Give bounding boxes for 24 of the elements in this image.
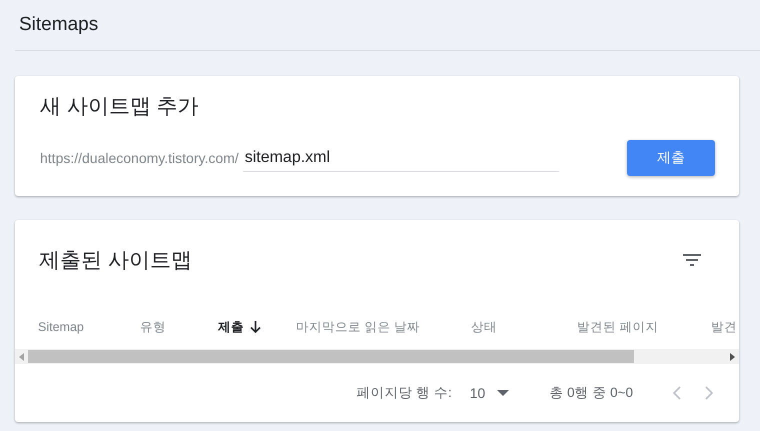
- column-header[interactable]: 발견된 페이지: [577, 318, 711, 336]
- horizontal-scrollbar[interactable]: [15, 349, 739, 364]
- column-header[interactable]: Sitemap: [38, 320, 140, 334]
- chevron-left-icon: [673, 386, 681, 400]
- left-arrow-icon[interactable]: [18, 352, 26, 360]
- rows-per-page-select[interactable]: 10: [470, 385, 510, 401]
- submit-button[interactable]: 제출: [627, 140, 715, 176]
- card-title: 제출된 사이트맵: [39, 248, 192, 274]
- chevron-right-icon: [705, 386, 713, 400]
- scrollbar-thumb[interactable]: [28, 350, 634, 363]
- rows-per-page-label: 페이지당 행 수:: [356, 384, 452, 402]
- column-header[interactable]: 제출: [218, 318, 296, 336]
- column-header[interactable]: 상태: [471, 318, 577, 336]
- card-title: 새 사이트맵 추가: [40, 94, 200, 120]
- arrow-down-icon: [250, 321, 261, 333]
- caret-icon: [497, 390, 510, 396]
- column-header[interactable]: 마지막으로 읽은 날짜: [296, 318, 471, 336]
- url-prefix: https://dualeconomy.tistory.com/: [40, 150, 239, 166]
- filter-icon[interactable]: [683, 254, 701, 266]
- column-header[interactable]: 발견: [711, 318, 739, 336]
- column-header[interactable]: 유형: [140, 318, 218, 336]
- right-arrow-icon[interactable]: [728, 352, 736, 360]
- page-title: Sitemaps: [19, 14, 98, 36]
- range-text: 총 0행 중 0~0: [549, 384, 633, 402]
